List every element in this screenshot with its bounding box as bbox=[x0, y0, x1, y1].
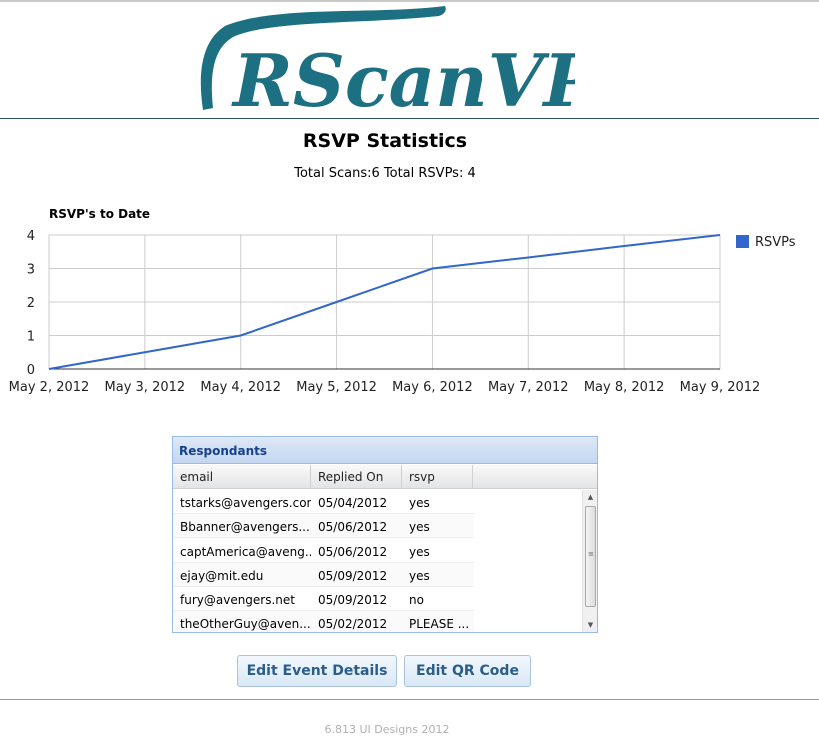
chart-x-ticks: May 2, 2012 May 3, 2012 May 4, 2012 May 5, … bbox=[9, 380, 761, 395]
respondants-grid: Respondants email Replied On rsvp tstark… bbox=[172, 436, 598, 633]
grid-rows: tstarks@avengers.com 05/04/2012 yes Bban… bbox=[173, 490, 583, 632]
totals-summary: Total Scans:6 Total RSVPs: 4 bbox=[294, 166, 476, 181]
x-tick-label: May 8, 2012 bbox=[584, 380, 665, 395]
x-tick-label: May 7, 2012 bbox=[488, 380, 569, 395]
logo-text: RScanVP bbox=[231, 38, 575, 118]
replied-on-cell: 05/09/2012 bbox=[318, 569, 388, 583]
x-tick-label: May 2, 2012 bbox=[9, 380, 90, 395]
page-title: RSVP Statistics bbox=[302, 130, 468, 152]
table-row[interactable]: theOtherGuy@aven... 05/02/2012 PLEASE ..… bbox=[173, 611, 474, 632]
table-row[interactable]: Bbanner@avengers.... 05/06/2012 yes bbox=[173, 514, 474, 538]
y-tick-label: 4 bbox=[27, 229, 35, 244]
grid-scrollbar[interactable]: ▲ ≡ ▼ bbox=[582, 490, 597, 632]
replied-on-cell: 05/06/2012 bbox=[318, 520, 388, 534]
logo-graphic: RScanVP bbox=[200, 6, 600, 123]
rsvp-cell: yes bbox=[409, 520, 430, 534]
replied-on-cell: 05/04/2012 bbox=[318, 496, 388, 510]
x-tick-label: May 9, 2012 bbox=[680, 380, 761, 395]
rsvp-cell: yes bbox=[409, 545, 430, 559]
scroll-down-arrow-icon[interactable]: ▼ bbox=[583, 618, 598, 632]
replied-on-cell: 05/09/2012 bbox=[318, 593, 388, 607]
table-row[interactable]: fury@avengers.net 05/09/2012 no bbox=[173, 587, 474, 611]
chart-legend: RSVPs bbox=[736, 235, 796, 250]
x-tick-label: May 3, 2012 bbox=[105, 380, 186, 395]
logo: RScanVP bbox=[195, 0, 600, 123]
chart-y-ticks: 0 1 2 3 4 bbox=[27, 229, 35, 378]
rsvp-cell: yes bbox=[409, 496, 430, 510]
column-rsvp[interactable]: rsvp bbox=[402, 465, 473, 489]
scroll-up-arrow-icon[interactable]: ▲ bbox=[583, 490, 598, 504]
edit-event-details-button[interactable]: Edit Event Details bbox=[237, 655, 397, 687]
email-cell: ejay@mit.edu bbox=[180, 569, 264, 583]
email-cell: tstarks@avengers.com bbox=[180, 496, 311, 510]
grip-icon: ≡ bbox=[588, 550, 594, 558]
email-cell: theOtherGuy@aven... bbox=[180, 617, 311, 631]
footer-text: 6.813 UI Designs 2012 bbox=[324, 723, 450, 736]
scroll-thumb[interactable]: ≡ bbox=[585, 506, 596, 607]
grid-column-headers: email Replied On rsvp bbox=[173, 465, 597, 489]
column-email[interactable]: email bbox=[173, 465, 311, 489]
rsvp-cell: PLEASE ... bbox=[409, 617, 470, 631]
x-tick-label: May 5, 2012 bbox=[296, 380, 377, 395]
y-tick-label: 1 bbox=[27, 330, 35, 345]
x-tick-label: May 4, 2012 bbox=[200, 380, 281, 395]
email-cell: fury@avengers.net bbox=[180, 593, 296, 607]
replied-on-cell: 05/02/2012 bbox=[318, 617, 388, 631]
rsvp-line-chart: RSVP's to Date 0 1 2 3 4 May 2, 2012 May 3, 2… bbox=[9, 207, 796, 395]
y-tick-label: 3 bbox=[27, 263, 35, 278]
table-row[interactable]: ejay@mit.edu 05/09/2012 yes bbox=[173, 563, 474, 587]
replied-on-cell: 05/06/2012 bbox=[318, 545, 388, 559]
header-divider bbox=[0, 118, 819, 119]
respondants-title: Respondants bbox=[173, 437, 597, 464]
y-tick-label: 0 bbox=[27, 363, 35, 378]
footer-divider bbox=[0, 699, 819, 700]
y-tick-label: 2 bbox=[27, 296, 35, 311]
email-cell: captAmerica@aveng... bbox=[180, 545, 311, 559]
column-replied-on[interactable]: Replied On bbox=[311, 465, 402, 489]
edit-qr-code-button[interactable]: Edit QR Code bbox=[404, 655, 531, 687]
table-row[interactable]: tstarks@avengers.com 05/04/2012 yes bbox=[173, 490, 474, 514]
chart-grid bbox=[48, 234, 721, 370]
rsvp-cell: yes bbox=[409, 569, 430, 583]
x-tick-label: May 6, 2012 bbox=[392, 380, 473, 395]
rsvp-cell: no bbox=[409, 593, 424, 607]
legend-swatch bbox=[736, 235, 749, 248]
email-cell: Bbanner@avengers.... bbox=[180, 520, 311, 534]
chart-title: RSVP's to Date bbox=[49, 207, 150, 221]
table-row[interactable]: captAmerica@aveng... 05/06/2012 yes bbox=[173, 539, 474, 563]
legend-label: RSVPs bbox=[755, 235, 796, 250]
